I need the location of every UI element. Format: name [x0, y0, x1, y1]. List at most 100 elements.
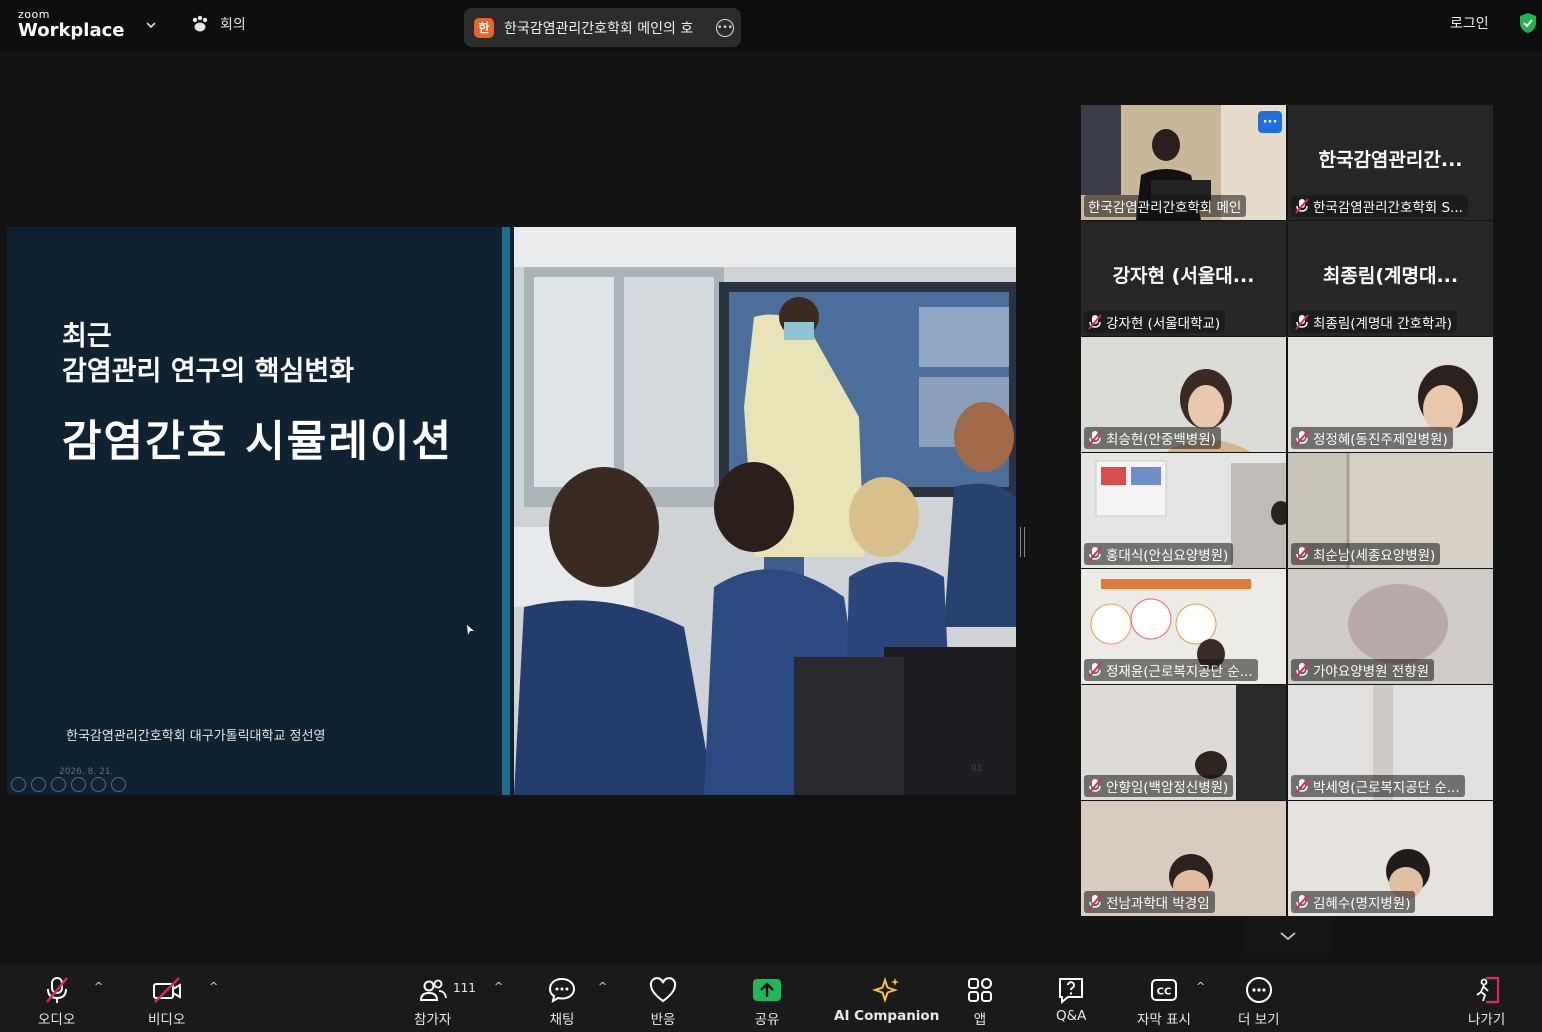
slide-more-icon[interactable] [111, 777, 126, 792]
participant-tile[interactable]: 가야요양병원 전향원 [1288, 569, 1493, 684]
audio-button[interactable]: 오디오 [38, 974, 75, 1028]
audio-label: 오디오 [38, 1012, 76, 1028]
shared-screen[interactable]: 최근 감염관리 연구의 핵심변화 감염간호 시뮬레이션 한국감염관리간호학회 대… [7, 227, 1016, 795]
participant-tile[interactable]: 김혜수(명지병원) [1288, 801, 1493, 916]
chevron-down-icon[interactable] [142, 16, 160, 34]
meetings-tab[interactable]: 회의 [190, 14, 246, 34]
slide-subtitle: 최근 감염관리 연구의 핵심변화 [62, 319, 354, 389]
participant-tile[interactable]: 한국감염관리간... 한국감염관리간호학회 S... [1288, 105, 1493, 220]
participant-tile[interactable]: 박세영(근로복지공단 순... [1288, 685, 1493, 800]
participant-name: 강자현 (서울대학교) [1106, 316, 1221, 332]
participant-name: 한국감염관리간호학회 메인 [1088, 200, 1242, 216]
video-off-icon [152, 977, 181, 1003]
participant-label: 안향임(백암정신병원) [1084, 775, 1234, 797]
ai-companion-button[interactable]: AI Companion [834, 974, 939, 1024]
gallery-scroll-down-button[interactable] [1244, 916, 1331, 956]
participant-name: 정재윤(근로복지공단 순... [1106, 664, 1253, 680]
mic-muted-icon [1088, 662, 1102, 678]
tile-more-button[interactable]: ··· [1258, 111, 1282, 133]
participant-name: 박세영(근로복지공단 순... [1313, 780, 1460, 796]
zoom-meeting-window: zoom Workplace 회의 한 한국감염관리간호학회 메인의 호 •••… [0, 0, 1542, 1032]
captions-button[interactable]: CC 자막 표시 [1137, 974, 1191, 1028]
zoom-workplace-logo[interactable]: zoom Workplace [18, 9, 125, 41]
chat-label: 채팅 [549, 1012, 575, 1028]
more-button[interactable]: 더 보기 [1238, 974, 1280, 1028]
mic-muted-icon [1088, 314, 1102, 330]
share-label: 공유 [754, 1012, 780, 1028]
slides-grid-icon[interactable] [71, 777, 86, 792]
chat-options-caret[interactable]: ^ [598, 980, 607, 993]
next-slide-icon[interactable] [31, 777, 46, 792]
video-options-caret[interactable]: ^ [209, 980, 218, 993]
pen-icon[interactable] [51, 777, 66, 792]
participants-button[interactable]: 참가자 [414, 974, 451, 1028]
sparkle-icon [871, 976, 899, 1004]
login-button[interactable]: 로그인 [1450, 13, 1489, 33]
participant-tile[interactable]: 안향임(백암정신병원) [1081, 685, 1286, 800]
participant-tile[interactable]: 최순남(세종요양병원) [1288, 453, 1493, 568]
mic-muted-icon [1295, 430, 1309, 446]
slide-date: 2026. 8. 21. [59, 767, 114, 777]
participant-name: 최종림(계명대 간호학과) [1313, 316, 1453, 332]
participant-name: 안향임(백암정신병원) [1106, 780, 1229, 796]
apps-button[interactable]: 앱 [965, 974, 995, 1028]
qa-button[interactable]: Q&A [1056, 974, 1086, 1024]
participant-tile[interactable]: ··· 한국감염관리간호학회 메인 [1081, 105, 1286, 220]
participant-name: 최승현(안중백병원) [1106, 432, 1216, 448]
chat-icon [548, 977, 576, 1004]
video-button[interactable]: 비디오 [148, 974, 185, 1028]
participant-label: 김혜수(명지병원) [1291, 891, 1416, 913]
audio-options-caret[interactable]: ^ [94, 980, 103, 993]
zoom-slide-icon[interactable] [91, 777, 106, 792]
ai-companion-label: AI Companion [834, 1008, 940, 1024]
participant-label: 강자현 (서울대학교) [1084, 311, 1226, 333]
participant-tile[interactable]: 정재윤(근로복지공단 순... [1081, 569, 1286, 684]
meeting-title-pill[interactable]: 한 한국감염관리간호학회 메인의 호 ••• [464, 8, 741, 47]
participant-tile[interactable]: 정정혜(동진주제일병원) [1288, 337, 1493, 452]
prev-slide-icon[interactable] [11, 777, 26, 792]
participant-label: 박세영(근로복지공단 순... [1291, 775, 1465, 797]
slide-photo-simulation-training [514, 227, 1016, 795]
chat-button[interactable]: 채팅 [547, 974, 577, 1028]
react-button[interactable]: 반응 [648, 974, 678, 1028]
leave-door-icon [1476, 976, 1499, 1004]
slide-controls [11, 777, 126, 792]
slide-page-number: 01 [971, 764, 983, 774]
participant-label: 한국감염관리간호학회 S... [1291, 195, 1468, 217]
resize-handle[interactable] [1020, 527, 1025, 557]
participant-tile[interactable]: 홍대식(안심요양병원) [1081, 453, 1286, 568]
participant-tile[interactable]: 강자현 (서울대... 강자현 (서울대학교) [1081, 221, 1286, 336]
participant-tile[interactable]: 최종림(계명대... 최종림(계명대 간호학과) [1288, 221, 1493, 336]
participant-tile[interactable]: 전남과학대 박경임 [1081, 801, 1286, 916]
slide-subtitle-line2: 감염관리 연구의 핵심변화 [62, 356, 355, 387]
mic-muted-icon [1295, 198, 1309, 214]
logo-big-text: Workplace [18, 20, 125, 41]
closed-captions-icon: CC [1150, 979, 1177, 1001]
meeting-avatar: 한 [474, 17, 494, 38]
captions-options-caret[interactable]: ^ [1196, 980, 1205, 993]
mic-muted-icon [1088, 430, 1102, 446]
mic-muted-icon [1088, 546, 1102, 562]
participant-name: 홍대식(안심요양병원) [1106, 548, 1229, 564]
participant-label: 한국감염관리간호학회 메인 [1084, 195, 1247, 217]
participants-count: 111 [453, 981, 476, 995]
participants-options-caret[interactable]: ^ [494, 980, 503, 993]
heart-icon [649, 977, 677, 1003]
leave-button[interactable]: 나가기 [1468, 974, 1505, 1028]
slide-title: 감염간호 시뮬레이션 [62, 417, 454, 467]
paw-icon [192, 15, 208, 32]
more-options-icon[interactable]: ••• [716, 18, 734, 37]
top-bar: zoom Workplace 회의 한 한국감염관리간호학회 메인의 호 •••… [0, 0, 1542, 52]
slide-subtitle-line1: 최근 [62, 321, 112, 352]
participant-tile[interactable]: 최승현(안중백병원) [1081, 337, 1286, 452]
mic-muted-icon [1295, 894, 1309, 910]
mic-muted-icon [1088, 778, 1102, 794]
share-button[interactable]: 공유 [752, 974, 782, 1028]
more-label: 더 보기 [1238, 1012, 1280, 1028]
participant-label: 가야요양병원 전향원 [1291, 659, 1435, 681]
slide-accent-bar [502, 227, 510, 795]
shield-check-icon[interactable] [1518, 12, 1538, 34]
participant-label: 정정혜(동진주제일병원) [1291, 427, 1453, 449]
meeting-title: 한국감염관리간호학회 메인의 호 [504, 20, 694, 37]
captions-label: 자막 표시 [1137, 1012, 1191, 1028]
